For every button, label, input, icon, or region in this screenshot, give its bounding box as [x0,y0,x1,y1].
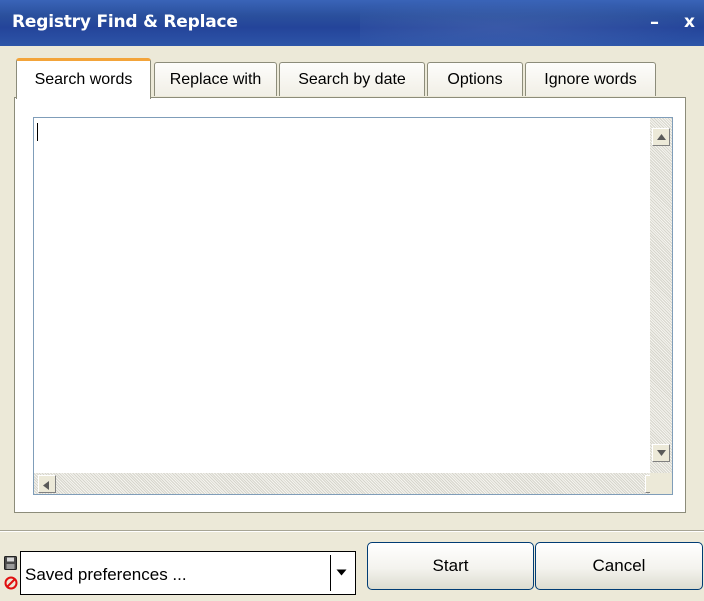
footer-divider [0,530,704,532]
start-button[interactable]: Start [367,542,534,590]
vertical-scrollbar[interactable] [650,118,672,474]
scroll-down-button[interactable] [652,444,670,462]
cancel-button-label: Cancel [592,556,646,575]
tab-ignore-words[interactable]: Ignore words [525,62,656,96]
tab-label: Options [447,70,503,88]
tab-label: Ignore words [544,70,637,88]
no-entry-icon[interactable] [4,576,18,590]
chevron-up-icon [657,134,666,140]
floppy-disk-icon[interactable] [4,556,17,570]
tab-search-by-date[interactable]: Search by date [279,62,425,96]
start-button-label: Start [432,556,469,575]
scrollbar-corner [650,473,672,494]
close-button[interactable]: x [684,12,695,32]
text-caret [37,123,38,141]
title-bar[interactable]: Registry Find & Replace – x [0,0,704,46]
saved-preferences-value: Saved preferences ... [25,565,187,584]
search-words-textarea[interactable] [33,117,673,495]
scroll-up-button[interactable] [652,128,670,146]
tab-strip: Search words Replace with Search by date… [16,58,686,99]
chevron-down-icon [657,450,666,456]
minimize-button[interactable]: – [650,12,659,33]
scroll-left-button[interactable] [38,475,56,493]
tab-label: Replace with [169,70,262,88]
window-title: Registry Find & Replace [12,12,238,32]
cancel-button[interactable]: Cancel [535,542,703,590]
tab-replace-with[interactable]: Replace with [154,62,277,96]
tab-label: Search words [34,71,133,88]
dropdown-button[interactable] [330,555,352,591]
chevron-down-icon [336,569,347,576]
tab-label: Search by date [298,70,406,88]
preference-icons [4,556,18,596]
saved-preferences-select[interactable]: Saved preferences ... [20,551,356,595]
chevron-left-icon [43,481,49,490]
registry-find-replace-window: Registry Find & Replace – x Search words… [0,0,704,601]
tab-search-words[interactable]: Search words [16,58,151,99]
horizontal-scrollbar[interactable] [34,473,663,494]
tab-options[interactable]: Options [427,62,523,96]
